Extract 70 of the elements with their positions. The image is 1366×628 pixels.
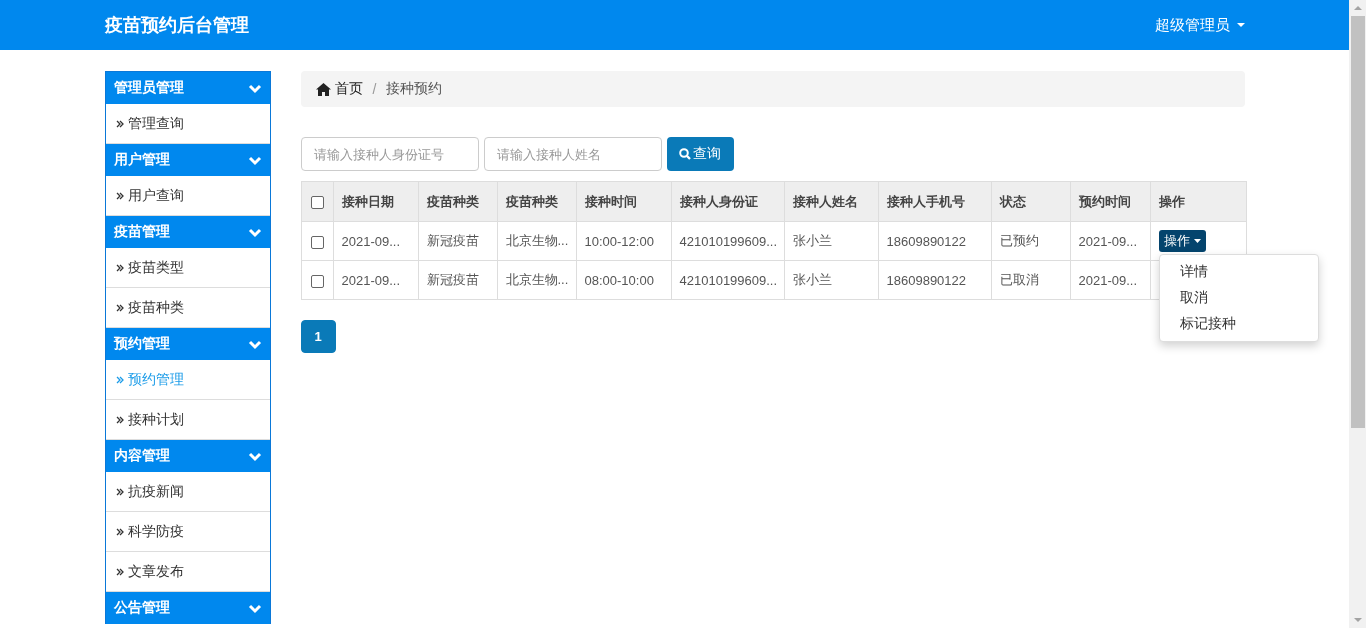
double-chevron-icon — [115, 487, 124, 496]
column-header: 接种人姓名 — [792, 193, 858, 209]
table-cell: 已预约 — [999, 233, 1039, 248]
dropdown-item[interactable]: 标记接种 — [1159, 311, 1318, 337]
sidebar-group-header[interactable]: 管理员管理 — [105, 72, 270, 104]
double-chevron-icon — [115, 527, 124, 536]
breadcrumb-link[interactable]: 首页 — [315, 80, 363, 98]
user-menu[interactable]: 超级管理员 — [1154, 15, 1245, 35]
name-search-field[interactable]: 请输入接种人姓名 — [483, 137, 662, 171]
column-header: 操作 — [1158, 193, 1185, 209]
double-chevron-icon — [115, 567, 124, 576]
table-cell: 2021-09... — [1078, 272, 1138, 288]
home-icon — [315, 82, 331, 96]
current-page-label: 接种预约 — [386, 80, 443, 98]
checkbox[interactable] — [310, 196, 324, 210]
dropdown-item[interactable]: 详情 — [1159, 259, 1318, 285]
action-dropdown-button[interactable]: 操作 — [1158, 230, 1206, 252]
table-cell: 421010199609... — [679, 233, 778, 249]
table-cell: 已取消 — [999, 272, 1039, 287]
sidebar-group-header[interactable]: 疫苗管理 — [105, 216, 270, 248]
sidebar-group-header[interactable]: 公告管理 — [105, 592, 270, 624]
dropdown-item[interactable]: 取消 — [1159, 285, 1318, 311]
checkbox[interactable] — [310, 274, 324, 288]
sidebar-group-header[interactable]: 内容管理 — [105, 440, 270, 472]
breadcrumb-separator: / — [372, 81, 377, 97]
page-button[interactable]: 1 — [300, 320, 336, 353]
table-cell: 张小兰 — [792, 272, 832, 287]
column-header: 接种人身份证 — [679, 193, 758, 209]
table-cell: 新冠疫苗 — [426, 272, 479, 287]
table-cell: 张小兰 — [792, 233, 832, 248]
chevron-down-icon — [247, 154, 262, 166]
sidebar-group-header[interactable]: 预约管理 — [105, 328, 270, 360]
table-cell: 2021-09... — [341, 233, 401, 249]
caret-icon — [1236, 23, 1245, 27]
table-cell: 421010199609... — [679, 272, 778, 288]
table-cell: 新冠疫苗 — [426, 233, 479, 248]
search-button[interactable]: 查询 — [666, 137, 734, 171]
table-cell: 北京生物... — [505, 272, 569, 287]
search-icon — [679, 148, 691, 160]
table-cell: 10:00-12:00 — [584, 233, 654, 249]
table-cell: 08:00-10:00 — [584, 272, 654, 288]
double-chevron-icon — [115, 415, 124, 424]
sidebar-group-header[interactable]: 用户管理 — [105, 144, 270, 176]
chevron-down-icon — [247, 602, 262, 614]
table-cell: 2021-09... — [341, 272, 401, 288]
scrollbar[interactable] — [1349, 0, 1366, 628]
column-header: 接种人手机号 — [886, 193, 965, 209]
double-chevron-icon — [115, 263, 124, 272]
chevron-down-icon — [247, 450, 262, 462]
brand-title[interactable]: 疫苗预约后台管理 — [104, 13, 249, 37]
table-cell: 18609890122 — [886, 272, 967, 288]
chevron-down-icon — [247, 338, 262, 350]
caret-icon — [1193, 239, 1201, 243]
id-number-search-field[interactable]: 请输入接种人身份证号 — [300, 137, 479, 171]
column-header: 疫苗种类 — [426, 193, 479, 209]
checkbox[interactable] — [310, 235, 324, 249]
chevron-down-icon — [247, 82, 262, 94]
double-chevron-icon — [115, 191, 124, 200]
table-cell: 北京生物... — [505, 233, 569, 248]
column-header: 接种日期 — [341, 193, 394, 209]
column-header: 接种时间 — [584, 193, 637, 209]
column-header: 预约时间 — [1078, 193, 1131, 209]
column-header: 状态 — [999, 193, 1026, 209]
column-header: 疫苗种类 — [505, 193, 558, 209]
double-chevron-icon — [115, 303, 124, 312]
table-cell: 18609890122 — [886, 233, 967, 249]
double-chevron-icon — [115, 119, 124, 128]
table-cell: 2021-09... — [1078, 233, 1138, 249]
double-chevron-icon — [115, 375, 124, 384]
chevron-down-icon — [247, 226, 262, 238]
